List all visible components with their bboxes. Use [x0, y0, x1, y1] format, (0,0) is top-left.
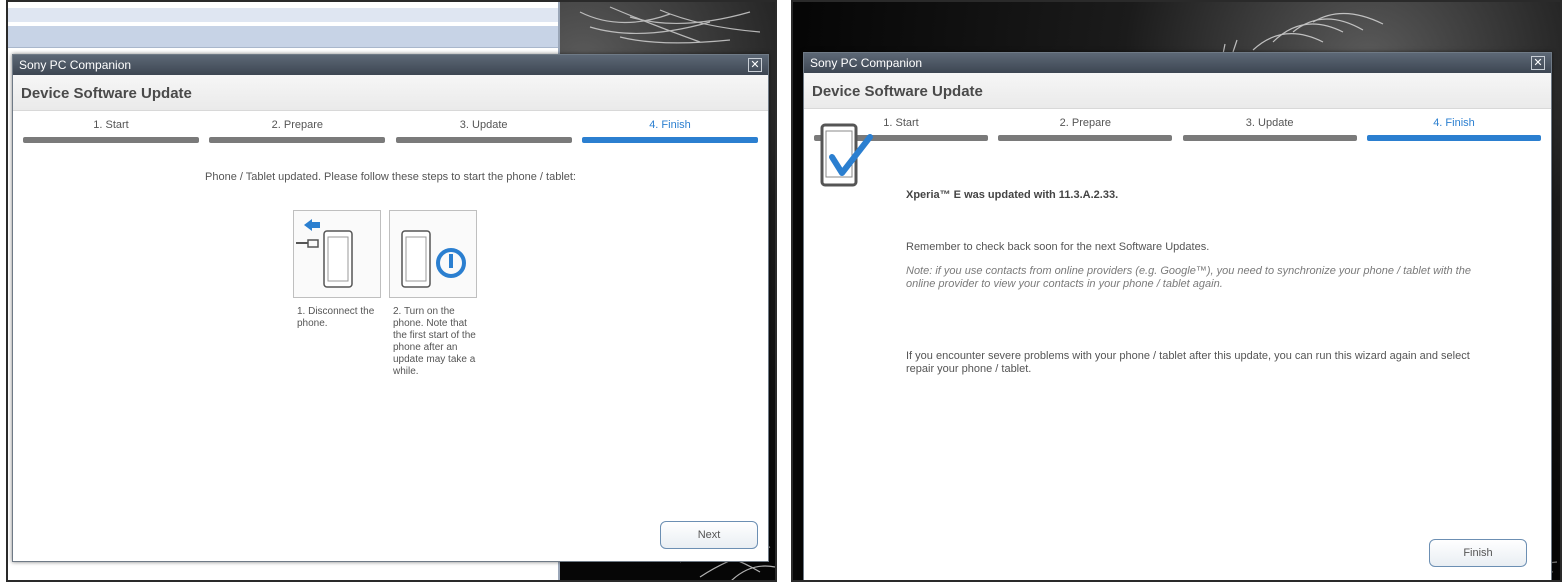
window-title: Sony PC Companion — [19, 58, 132, 72]
updated-message: Xperia™ E was updated with 11.3.A.2.33. — [906, 189, 1119, 201]
pc-companion-dialog: Sony PC Companion ✕ Device Software Upda… — [803, 52, 1552, 580]
dialog-title-bar: Sony PC Companion ✕ — [13, 55, 768, 75]
finish-button[interactable]: Finish — [1429, 539, 1527, 567]
page-title: Device Software Update — [804, 73, 1551, 109]
step-indicator: 1. Start 2. Prepare 3. Update 4. Finish — [804, 117, 1551, 141]
step-finish: 4. Finish — [581, 119, 758, 143]
step-progress-bar — [581, 137, 758, 143]
step-update: 3. Update — [1182, 117, 1357, 141]
step-prepare: 2. Prepare — [998, 117, 1173, 141]
page-title: Device Software Update — [13, 75, 768, 111]
instruction-card-power-on: 2. Turn on the phone. Note that the firs… — [389, 210, 477, 378]
step-progress-bar — [998, 135, 1173, 141]
left-screenshot: Sony PC Companion ✕ Device Software Upda… — [6, 0, 777, 582]
step-label: 1. Start — [93, 119, 129, 131]
step-label: 2. Prepare — [271, 119, 324, 131]
instruction-cards: 1. Disconnect the phone. 2. Turn on the … — [293, 210, 477, 378]
step-progress-bar — [1366, 135, 1541, 141]
next-button[interactable]: Next — [660, 521, 758, 549]
dialog-title-bar: Sony PC Companion ✕ — [804, 53, 1551, 73]
card-caption: 2. Turn on the phone. Note that the firs… — [393, 306, 476, 377]
window-title: Sony PC Companion — [810, 56, 923, 70]
note-text: Note: if you use contacts from online pr… — [906, 265, 1471, 290]
reminder-text: Remember to check back soon for the next… — [906, 241, 1210, 253]
instruction-card-disconnect: 1. Disconnect the phone. — [293, 210, 381, 378]
close-button[interactable]: ✕ — [748, 58, 762, 72]
instruction-text: Phone / Tablet updated. Please follow th… — [205, 171, 576, 183]
step-progress-bar — [395, 137, 572, 143]
step-prepare: 2. Prepare — [209, 119, 386, 143]
problems-text: If you encounter severe problems with yo… — [906, 350, 1470, 375]
background-window-header — [8, 26, 558, 48]
step-progress-bar — [23, 137, 199, 143]
disconnect-phone-icon — [293, 210, 381, 298]
pc-companion-dialog: Sony PC Companion ✕ Device Software Upda… — [12, 54, 769, 562]
power-on-phone-icon — [389, 210, 477, 298]
step-progress-bar — [209, 137, 386, 143]
step-update: 3. Update — [395, 119, 572, 143]
background-window-toolbar — [8, 8, 558, 22]
step-label: 1. Start — [883, 117, 919, 129]
step-label: 3. Update — [459, 119, 508, 131]
step-label: 3. Update — [1245, 117, 1294, 129]
card-caption: 1. Disconnect the phone. — [297, 306, 375, 329]
step-start: 1. Start — [23, 119, 199, 143]
step-label: 4. Finish — [649, 119, 691, 131]
right-screenshot: Sony PC Companion ✕ Device Software Upda… — [791, 0, 1562, 582]
close-button[interactable]: ✕ — [1531, 56, 1545, 70]
step-label: 4. Finish — [1433, 117, 1475, 129]
tablet-checkmark-icon — [820, 123, 876, 198]
step-indicator: 1. Start 2. Prepare 3. Update 4. Finish — [13, 119, 768, 143]
step-label: 2. Prepare — [1059, 117, 1112, 129]
step-finish: 4. Finish — [1366, 117, 1541, 141]
step-progress-bar — [1182, 135, 1357, 141]
